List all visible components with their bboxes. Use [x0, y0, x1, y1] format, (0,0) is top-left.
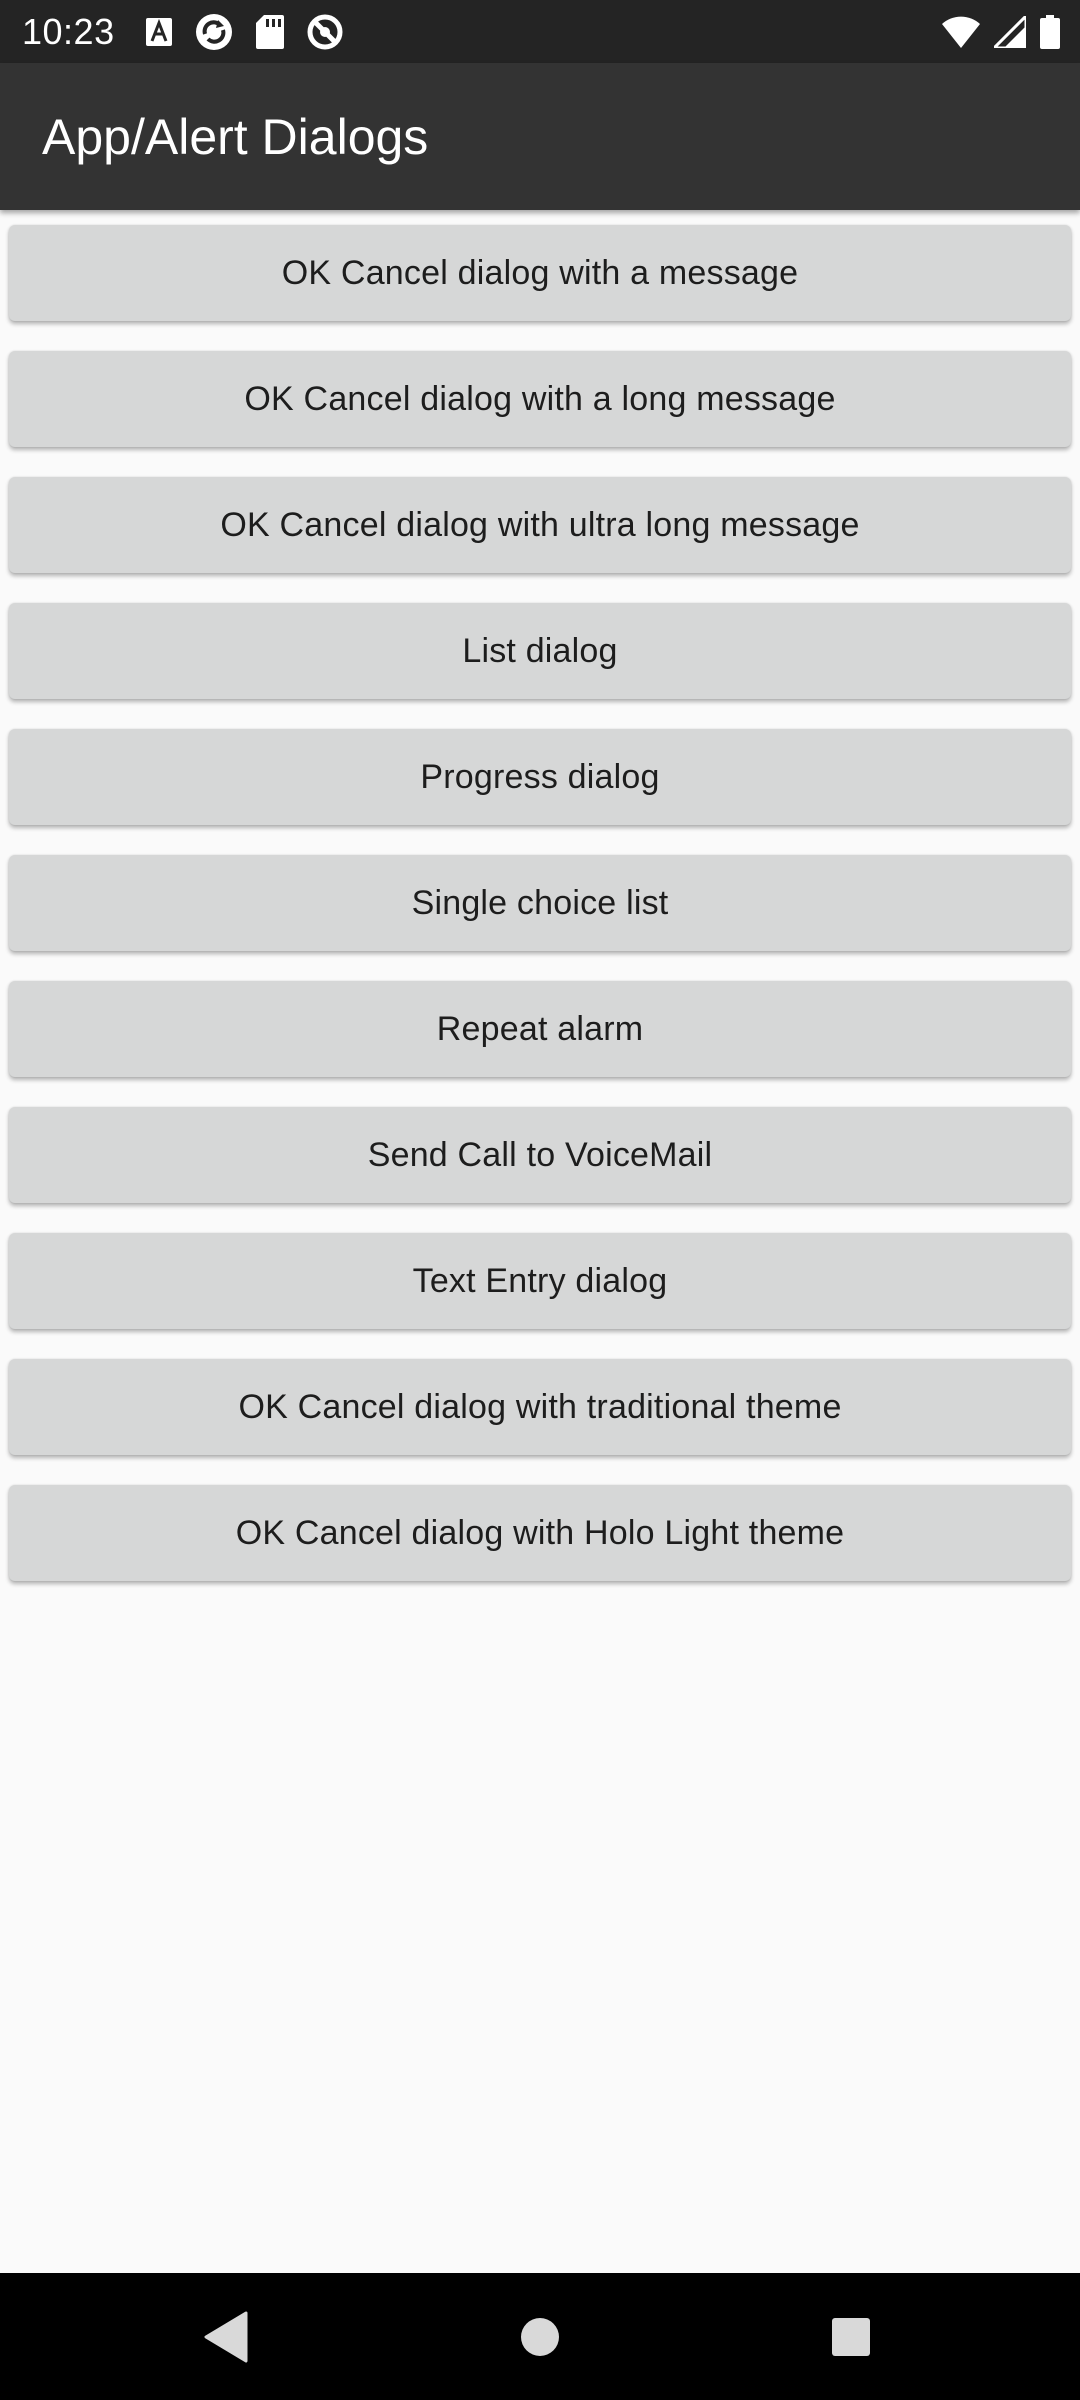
ok-cancel-traditional-theme-button[interactable]: OK Cancel dialog with traditional theme [9, 1359, 1071, 1455]
status-bar: 10:23 [0, 0, 1080, 63]
progress-dialog-button[interactable]: Progress dialog [9, 729, 1071, 825]
app-bar: App/Alert Dialogs [0, 63, 1080, 210]
status-icons-left [146, 12, 344, 52]
content-area: OK Cancel dialog with a message OK Cance… [0, 210, 1080, 2273]
wifi-icon [942, 16, 980, 48]
signal-icon [994, 16, 1026, 48]
status-icons-right [942, 12, 1060, 52]
single-choice-list-button[interactable]: Single choice list [9, 855, 1071, 951]
dialog-button-list: OK Cancel dialog with a message OK Cance… [9, 225, 1071, 1611]
ok-cancel-holo-light-theme-button[interactable]: OK Cancel dialog with Holo Light theme [9, 1485, 1071, 1581]
do-not-disturb-icon [306, 13, 344, 51]
repeat-alarm-button[interactable]: Repeat alarm [9, 981, 1071, 1077]
ok-cancel-message-button[interactable]: OK Cancel dialog with a message [9, 225, 1071, 321]
sd-card-icon [256, 15, 284, 49]
text-a-icon [146, 18, 172, 46]
status-time: 10:23 [22, 11, 115, 52]
sync-icon [194, 12, 234, 52]
ok-cancel-long-message-button[interactable]: OK Cancel dialog with a long message [9, 351, 1071, 447]
navigation-bar [0, 2273, 1080, 2400]
back-icon[interactable] [190, 2301, 262, 2373]
send-call-to-voicemail-button[interactable]: Send Call to VoiceMail [9, 1107, 1071, 1203]
home-icon[interactable] [504, 2301, 576, 2373]
page-title: App/Alert Dialogs [42, 109, 429, 165]
ok-cancel-ultra-long-message-button[interactable]: OK Cancel dialog with ultra long message [9, 477, 1071, 573]
list-dialog-button[interactable]: List dialog [9, 603, 1071, 699]
battery-icon [1040, 15, 1060, 49]
recents-icon[interactable] [815, 2301, 887, 2373]
text-entry-dialog-button[interactable]: Text Entry dialog [9, 1233, 1071, 1329]
